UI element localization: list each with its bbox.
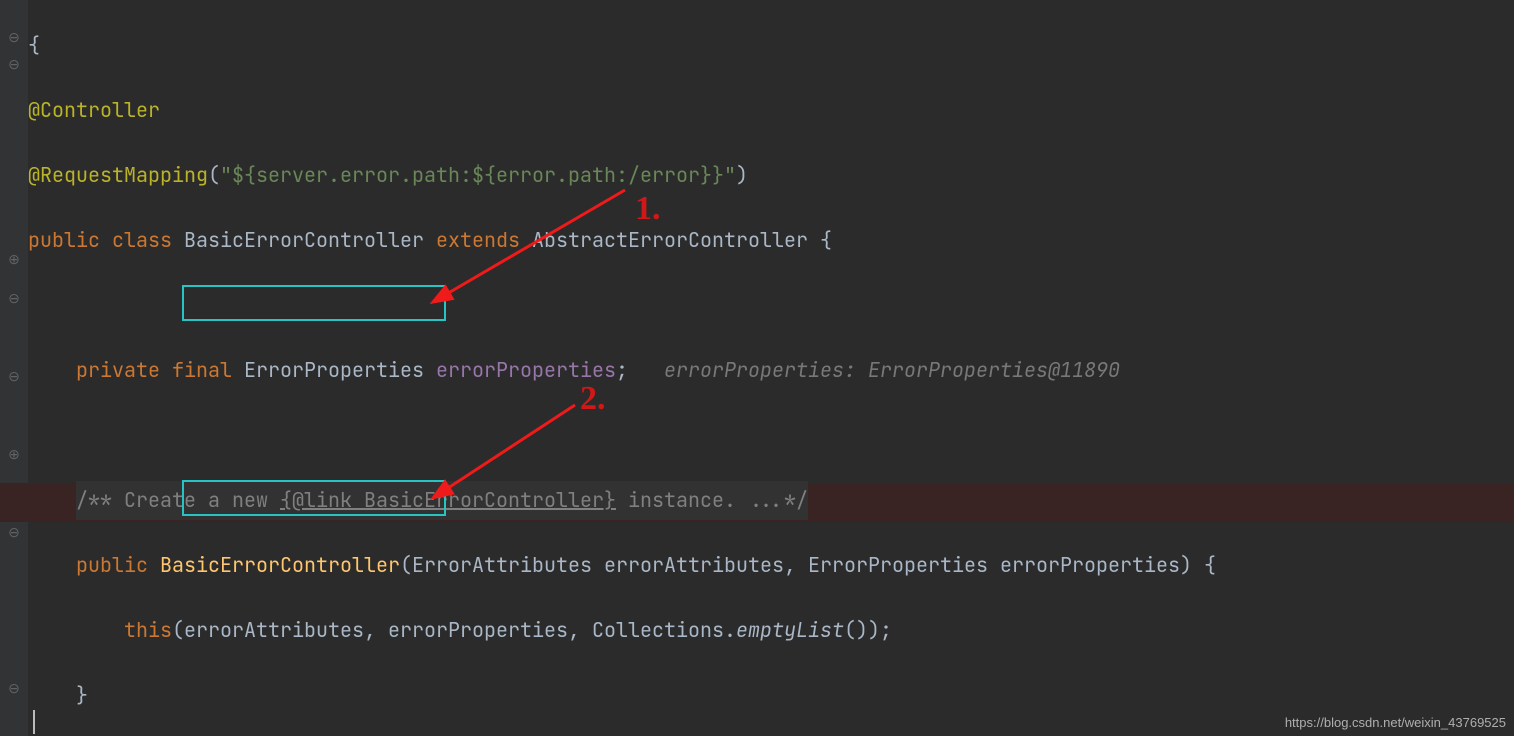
code-line: /** Create a new {@link BasicErrorContro… <box>28 481 1514 520</box>
code-line <box>28 286 1514 325</box>
watermark: https://blog.csdn.net/weixin_43769525 <box>1285 715 1506 730</box>
fold-plus-icon[interactable]: ⊕ <box>8 449 20 461</box>
constructor-name: BasicErrorController <box>160 552 400 578</box>
debug-inline-hint: errorProperties: ErrorProperties@11890 <box>664 357 1120 383</box>
javadoc-comment: /** Create a new {@link BasicErrorContro… <box>76 481 808 520</box>
fold-icon[interactable]: ⊖ <box>8 59 20 71</box>
editor-gutter: ⊖ ⊖ ⊕ ⊖ ⊖ ⊕ ⊖ ⊖ <box>0 0 28 736</box>
text-caret <box>33 710 35 734</box>
code-area[interactable]: { @Controller @RequestMapping("${server.… <box>28 0 1514 736</box>
code-line: public BasicErrorController(ErrorAttribu… <box>28 546 1514 585</box>
code-line: public class BasicErrorController extend… <box>28 221 1514 260</box>
fold-icon[interactable]: ⊖ <box>8 293 20 305</box>
code-line: this(errorAttributes, errorProperties, C… <box>28 611 1514 650</box>
annotation: @Controller <box>28 97 160 123</box>
code-line <box>28 416 1514 455</box>
fold-icon[interactable]: ⊖ <box>8 527 20 539</box>
fold-icon[interactable]: ⊖ <box>8 683 20 695</box>
code-line: @Controller <box>28 91 1514 130</box>
code-line: @RequestMapping("${server.error.path:${e… <box>28 156 1514 195</box>
fold-icon[interactable]: ⊖ <box>8 371 20 383</box>
code-line: private final ErrorProperties errorPrope… <box>28 351 1514 390</box>
code-line: } <box>28 676 1514 715</box>
fold-icon[interactable]: ⊖ <box>8 32 20 44</box>
annotation: @RequestMapping <box>28 162 208 188</box>
code-line: { <box>28 26 1514 65</box>
fold-plus-icon[interactable]: ⊕ <box>8 254 20 266</box>
